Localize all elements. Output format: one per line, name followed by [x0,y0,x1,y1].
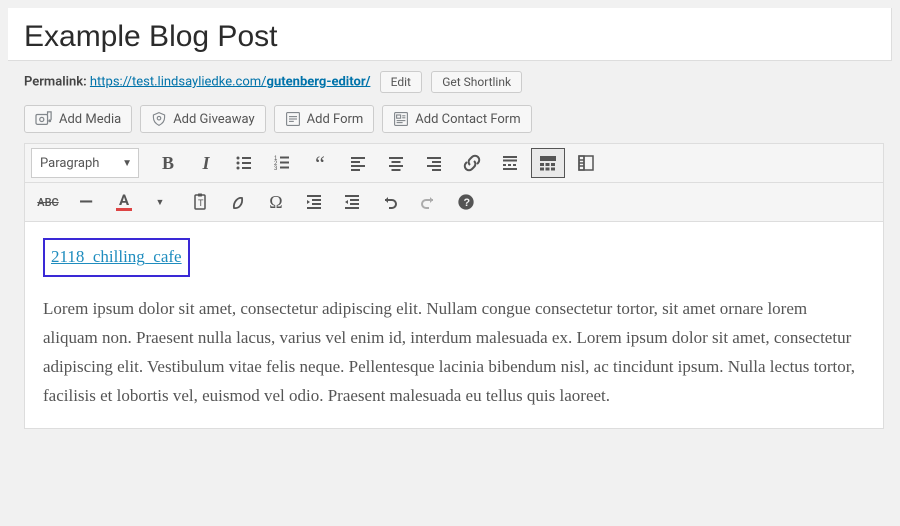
distraction-free-button[interactable] [569,148,603,178]
bullet-list-button[interactable] [227,148,261,178]
svg-text:?: ? [463,197,470,209]
indent-button[interactable] [335,187,369,217]
edit-permalink-button[interactable]: Edit [380,71,422,93]
text-color-button[interactable]: A [107,187,141,217]
add-form-button[interactable]: Add Form [274,105,375,133]
add-giveaway-button[interactable]: Add Giveaway [140,105,265,133]
body-paragraph: Lorem ipsum dolor sit amet, consectetur … [43,295,865,411]
text-color-dropdown[interactable]: ▼ [145,187,179,217]
svg-text:3: 3 [274,166,278,172]
add-media-button[interactable]: Add Media [24,105,132,133]
permalink-link[interactable]: https://test.lindsayliedke.com/gutenberg… [90,74,371,89]
align-left-button[interactable] [341,148,375,178]
blockquote-button[interactable]: “ [303,148,337,178]
strikethrough-button[interactable]: ABC [31,187,65,217]
format-select[interactable]: Paragraph ▼ [31,148,139,178]
media-link[interactable]: 2118_chilling_cafe [51,247,182,266]
toolbar-toggle-button[interactable] [531,148,565,178]
post-title-input[interactable] [24,16,875,58]
camera-music-icon [35,111,53,127]
redo-button[interactable] [411,187,445,217]
editor-toolbar-1: Paragraph ▼ B I 123 “ [25,144,883,183]
help-button[interactable]: ? [449,187,483,217]
italic-button[interactable]: I [189,148,223,178]
align-center-button[interactable] [379,148,413,178]
align-right-button[interactable] [417,148,451,178]
numbered-list-button[interactable]: 123 [265,148,299,178]
add-contact-form-button[interactable]: Add Contact Form [382,105,531,133]
paste-text-button[interactable]: T [183,187,217,217]
outdent-button[interactable] [297,187,331,217]
get-shortlink-button[interactable]: Get Shortlink [431,71,522,93]
chevron-down-icon: ▼ [122,158,132,169]
clear-formatting-button[interactable] [221,187,255,217]
horizontal-rule-button[interactable]: — [69,187,103,217]
permalink-row: Permalink: https://test.lindsayliedke.co… [8,61,900,97]
svg-text:T: T [198,198,204,208]
permalink-label: Permalink: [24,74,87,89]
link-button[interactable] [455,148,489,178]
selected-link-highlight: 2118_chilling_cafe [43,238,190,277]
shield-icon [151,111,167,127]
bold-button[interactable]: B [151,148,185,178]
tinymce-editor: Paragraph ▼ B I 123 “ [24,143,884,429]
insert-readmore-button[interactable] [493,148,527,178]
undo-button[interactable] [373,187,407,217]
contact-form-icon [393,111,409,127]
special-character-button[interactable]: Ω [259,187,293,217]
editor-toolbar-2: ABC — A ▼ T Ω [25,183,883,222]
editor-content[interactable]: 2118_chilling_cafe Lorem ipsum dolor sit… [25,222,883,428]
form-icon [285,111,301,127]
